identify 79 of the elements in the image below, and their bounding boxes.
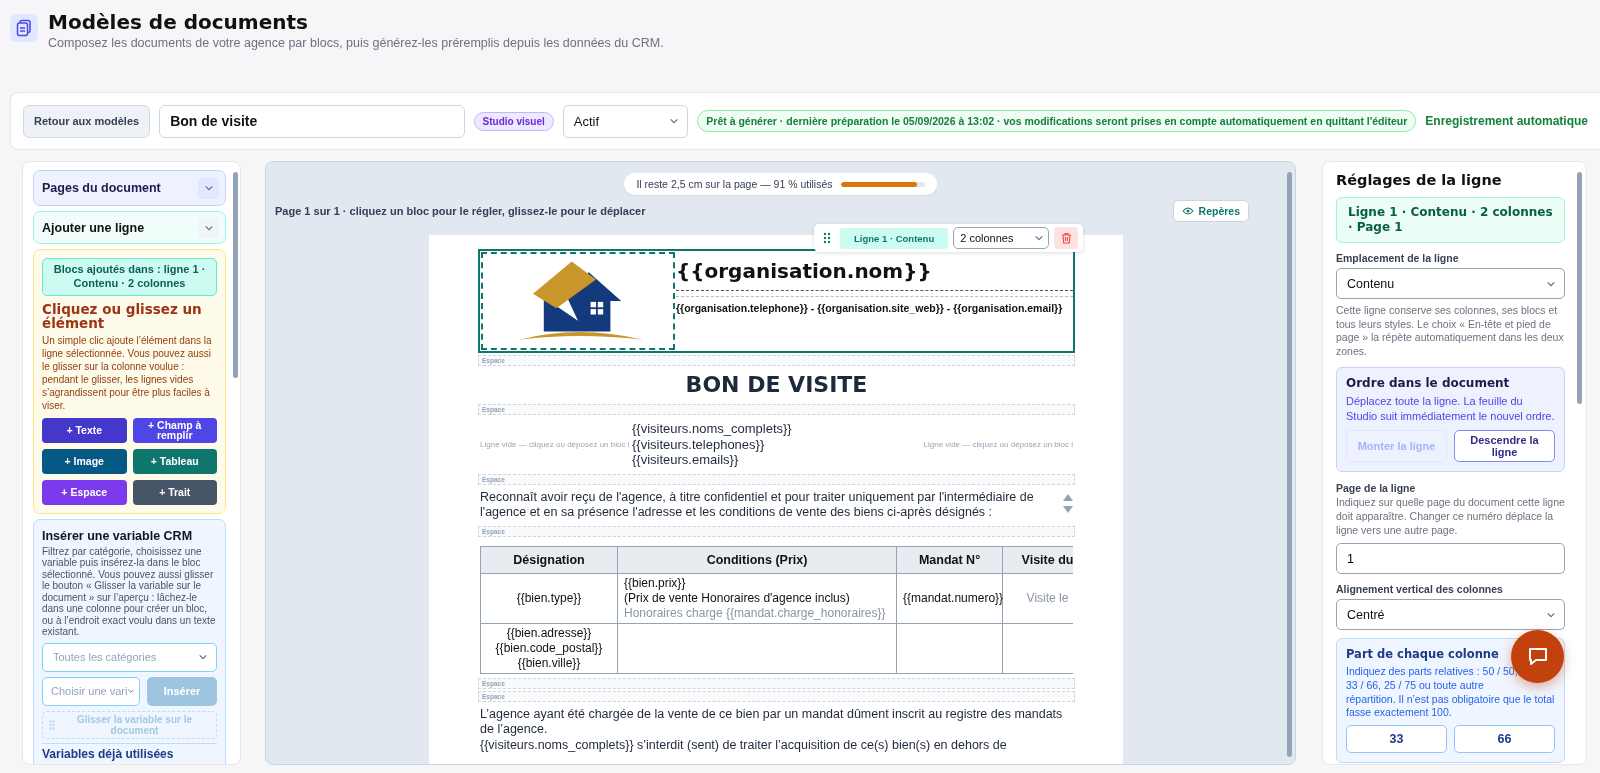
expand-toggle[interactable]: [198, 217, 219, 238]
document-title[interactable]: BON DE VISITE: [478, 368, 1075, 402]
page-number-field[interactable]: 1: [1336, 543, 1565, 575]
card-help-text: Filtrez par catégorie, choisissez une variable puis insérez-la dans le bloc sélectionné. Vous pouvez aussi glisser le bouton « Glisser la variable sur le document » sur l’aperçu : lâchez-le dans une colonne pour créer un bloc, ou à l’endroit exact voulu dans un texte existant.: [42, 545, 217, 638]
documents-icon: [10, 14, 38, 42]
card-title: Ordre dans le document: [1346, 375, 1511, 390]
card-title: Insérer une variable CRM: [42, 528, 194, 543]
help-text: Indiquez sur quelle page du document cette ligne doit apparaître. Changer ce numéro déplace la ligne vers une autre page.: [1336, 496, 1565, 538]
variable-text[interactable]: {{visiteurs.noms_complets}} {{visiteurs.telephones}} {{visiteurs.emails}}: [632, 421, 923, 468]
section-header[interactable]: Pages du document: [33, 170, 226, 206]
alignment-select[interactable]: Centré: [1336, 599, 1565, 631]
drag-variable-button: Glisser la variable sur le document: [42, 710, 217, 739]
chat-bubble-icon: [1526, 645, 1549, 668]
scrollbar[interactable]: [233, 172, 238, 378]
trash-icon: [1060, 232, 1072, 244]
expand-toggle[interactable]: [198, 177, 219, 199]
chevron-down-icon: [669, 116, 680, 126]
eye-icon: [1181, 206, 1194, 216]
row-summary-badge: Ligne 1 · Contenu · 2 colonnes · Page 1: [1336, 197, 1565, 243]
autosave-label: Enregistrement automatique: [1425, 114, 1588, 128]
add-block-button[interactable]: + Tableau: [132, 448, 217, 474]
scrollbar[interactable]: [1287, 172, 1292, 757]
card-title: Cliquez ou glissez un élément: [42, 301, 203, 330]
add-block-button[interactable]: + Texte: [42, 417, 127, 443]
panel-title: Réglages de la ligne: [1336, 172, 1503, 188]
columns-select[interactable]: 2 colonnes: [953, 227, 1050, 249]
column-header: Mandat N°: [896, 546, 1003, 573]
card-text: Indiquez des parts relatives : 50 / 50, 33 / 66, 25 / 75 ou toute autre répartition. Il n’est pas obligatoire que le total fasse exactement 100.: [1346, 665, 1555, 720]
empty-row-hint: Ligne vide — cliquez ou déposez un bloc i: [480, 439, 631, 449]
table-cell: {{bien.adresse}} {{bien.code_postal}} {{bien.ville}}: [480, 623, 618, 673]
chevron-down-icon: [1034, 233, 1045, 243]
help-text: Cette ligne conserve ses colonnes, ses blocs et tous leurs styles. Le choix « En-tête et pied de page » la répète automatiquement dans les deux zones.: [1336, 304, 1565, 359]
chevron-down-icon: [203, 183, 214, 193]
section-header[interactable]: Ajouter une ligne: [33, 211, 226, 244]
card-title: Part de chaque colonne: [1346, 647, 1499, 662]
column-width-field[interactable]: 33: [1346, 724, 1447, 753]
guides-button[interactable]: Repères: [1172, 200, 1249, 222]
page-title: Modèles de documents: [48, 10, 309, 34]
delete-button[interactable]: [1054, 227, 1079, 249]
field-label: Page de la ligne: [1336, 482, 1417, 495]
move-up-button: Monter la ligne: [1346, 430, 1447, 463]
table-cell: {{mandat.numero}}: [896, 573, 1003, 623]
drag-handle-icon: [823, 232, 831, 244]
column-width-field[interactable]: 66: [1454, 724, 1555, 753]
document-name-field[interactable]: Bon de visite: [159, 104, 465, 138]
field-label: Alignement vertical des colonnes: [1336, 583, 1504, 596]
mode-badge: Studio visuel: [473, 111, 554, 131]
card-text: Déplacez toute la ligne. La feuille du Studio suit immédiatement le nouvel ordre.: [1346, 393, 1555, 424]
add-block-button[interactable]: + Espace: [42, 479, 127, 505]
add-block-button[interactable]: + Image: [42, 448, 127, 474]
page-hint: Page 1 sur 1 · cliquez un bloc pour le régler, glissez-le pour le déplacer: [275, 205, 646, 217]
field-label: Emplacement de la ligne: [1336, 252, 1460, 264]
scrollbar[interactable]: [1577, 172, 1582, 404]
organisation-name: {{organisation.nom}}: [676, 259, 933, 283]
move-down-button[interactable]: Descendre la ligne: [1454, 430, 1555, 463]
column-header: Visite du: [1002, 546, 1073, 573]
paragraph-text[interactable]: L’agence ayant été chargée de la vente de ce bien par un mandat dûment inscrit au registre des mandats de l’agence. {{visiteurs.noms_complets}} s’interdit (sent) de traiter l’acquisition de ce(s) bien(s) en dehors de: [480, 706, 1073, 753]
card-help-text: Un simple clic ajoute l’élément dans la ligne sélectionnée. Vous pouvez aussi le glisser sur la colonne voulue : pendant le glisser, les lignes vides s’agrandissent pour être plus faciles à viser.: [42, 333, 213, 412]
up-arrow-icon: [1063, 493, 1073, 501]
table-cell: {{bien.type}}: [480, 573, 618, 623]
status-select[interactable]: Actif: [562, 104, 689, 138]
page-subtitle: Composez les documents de votre agence par blocs, puis générez-les préremplis depuis les données du CRM.: [48, 36, 664, 50]
add-block-button[interactable]: + Trait: [132, 479, 217, 505]
status-badge: Prêt à générer · dernière préparation le 05/09/2026 à 13:02 · vos modifications seront prises en compte automatiquement en quittant l'éditeur: [697, 110, 1417, 132]
section-heading: Variables déjà utilisées: [42, 746, 175, 761]
target-badge: Blocs ajoutés dans : ligne 1 · Contenu · 2 colonnes: [42, 258, 217, 296]
placement-select[interactable]: Contenu: [1336, 268, 1565, 299]
drag-handle-icon: [49, 719, 55, 730]
organisation-contact: {{organisation.telephone}} - {{organisation.site_web}} - {{organisation.email}}: [676, 301, 1064, 316]
table-cell: {{bien.prix}} (Prix de vente Honoraires d'agence inclus) Honoraires charge {{mandat.charge_honoraires}}: [617, 573, 897, 623]
column-header: Désignation: [480, 546, 618, 573]
row-label: Ligne 1 · Contenu: [840, 227, 949, 249]
add-block-button[interactable]: + Champ à remplir: [132, 417, 217, 443]
back-button[interactable]: Retour aux modèles: [23, 104, 151, 138]
usage-text: Il reste 2,5 cm sur la page — 91 % utilisés: [636, 178, 833, 190]
column-header: Conditions (Prix): [617, 546, 897, 573]
paragraph-text[interactable]: Reconnaît avoir reçu de l'agence, à titre confidentiel et pour traiter uniquement par l'intermédiaire de l'agence et en sa présence l'adresse et les conditions de vente des biens ci-après désignés :: [480, 489, 1057, 521]
down-arrow-icon: [1063, 505, 1073, 513]
insert-button: Insérer: [147, 676, 217, 706]
